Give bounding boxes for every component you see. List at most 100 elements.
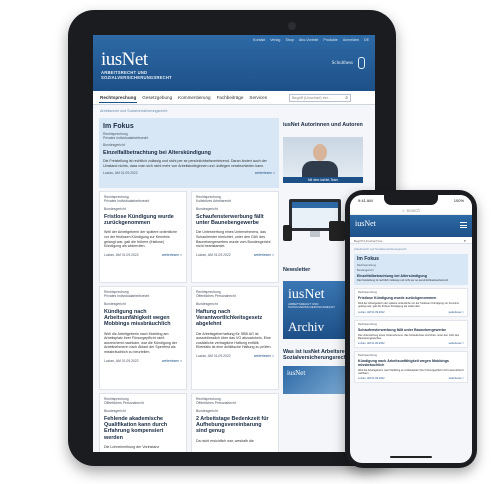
article-card[interactable]: Rechtsprechung Öffentliches Personalrech… [99,393,187,452]
card-body: Die Unterwerfung eines Unternehmens, das… [196,230,271,249]
top-nav-shop[interactable]: Shop [285,38,293,42]
mobile-breadcrumb[interactable]: Arbeitsrecht und Sozialversicherungsrech… [350,244,472,254]
tab-gesetzgebung[interactable]: Gesetzgebung [141,93,173,102]
mobile-card-body: Weil die Arbeitgeberin nach Mobbing am A… [358,369,464,376]
mobile-site-logo[interactable]: iusNet [355,219,376,228]
site-header: Kontakt Verlag Shop Abo-Vorteile Produkt… [93,35,375,91]
card-subcategory: Öffentliches Personalrecht [196,294,236,298]
mobile-search-placeholder: Begriff (Unscharf) bei... [354,239,385,243]
mobile-focus-headline[interactable]: Einzelfallbetrachtung bei Altersündigung [357,274,465,278]
card-subcategory: Privates Individualarbeitsrecht [104,294,150,298]
top-nav-abo[interactable]: Abo-Vorteile [299,38,319,42]
camera-dot [288,22,296,30]
mobile-focus-title: Im Fokus [357,256,379,262]
tab-kommentierung[interactable]: Kommentierung [177,93,211,102]
mobile-card-read-more[interactable]: weiterlesen > [449,377,464,380]
article-card[interactable]: Rechtsprechung Öffentliches Personalrech… [191,286,279,390]
mobile-card-headline[interactable]: Fristlose Kündigung wurde zurückgenommen [358,296,464,300]
tab-fachbeitraege[interactable]: Fachbeiträge [216,93,245,102]
mobile-card-read-more[interactable]: weiterlesen > [449,342,464,345]
tablet-icon [329,220,345,241]
status-battery: 100% [453,198,464,203]
mobile-card-updated: Luzian, AM 01.09.2022 [358,310,385,314]
card-body: Die Lohneinreihung der Vorinstanz [104,444,160,449]
card-headline[interactable]: Kündigung nach Arbeitsunfähigkeit wegen … [104,309,182,328]
phone-icon [283,224,292,241]
card-read-more[interactable]: weiterlesen > [162,253,182,257]
article-card[interactable]: Rechtsprechung Privates Individualarbeit… [99,191,187,283]
card-headline[interactable]: Fehlende akademische Qualifikation kann … [104,416,182,441]
card-headline[interactable]: Fristlose Kündigung wurde zurückgenommen [104,214,182,226]
card-updated: Luzian, AM 01.09.2022 [196,252,231,257]
logo-subtitle-line-2: SOZIALVERSICHERUNGSRECHT [101,75,172,80]
focus-read-more[interactable]: weiterlesen > [255,171,275,175]
mobile-card-headline[interactable]: Schaufensterwerbung fällt unter Bauneben… [358,328,464,332]
tab-rechtsprechung[interactable]: Rechtsprechung [99,93,138,103]
focus-body: Die Freistellung ist rechtlich zulässig … [103,159,267,168]
card-headline[interactable]: Schaufensterwerbung fällt unter Bauneben… [196,214,274,226]
language-switch[interactable]: DE [364,38,369,42]
card-court: Bundesgericht [104,207,126,211]
article-card[interactable]: Rechtsprechung Kollektives Arbeitsrecht … [191,191,279,283]
monitor-stand [310,230,320,237]
authors-title[interactable]: iusNet Autorinnen und Autoren [283,118,369,129]
search-input[interactable]: Begriff (Unscharf) bei... [289,94,351,102]
mobile-site-header: iusNet [350,215,472,237]
card-updated: Luzian, AM 01.09.2022 [104,252,139,257]
mobile-card-read-more[interactable]: weiterlesen > [449,311,464,314]
breadcrumb[interactable]: Arbeitsrecht und Sozialversicherungsrech… [93,105,375,117]
card-headline[interactable]: Haftung nach Verantwortlichkeitsgesetz a… [196,309,274,328]
focus-subcategory: Privates Individualarbeitsrecht [103,136,149,140]
status-time: 9:41 AM [358,198,373,203]
card-court: Bundesgericht [104,409,126,413]
mobile-focus-teaser[interactable]: Im Fokus Rechtsprechung Bundesgericht Ei… [354,254,468,286]
home-indicator[interactable] [390,456,432,458]
mobile-article-card[interactable]: Rechtsprechung Fristlose Kündigung wurde… [354,288,468,317]
card-body: Weil der Arbeitgeberin der spätere orden… [104,230,178,249]
site-logo[interactable]: iusNet [101,49,148,71]
card-court: Bundesgericht [196,302,218,306]
card-body: Die Arbeitsgeberhaftung für SBB AG ist a… [196,331,272,350]
article-card[interactable]: Rechtsprechung Privates Individualarbeit… [99,286,187,390]
search-icon[interactable]: ⌕ [345,95,348,101]
mobile-focus-body: Die Freistellung ist rechtlich zulässig … [357,279,449,282]
hamburger-menu-icon[interactable] [460,222,467,228]
site-logo-subtitle: ARBEITSRECHT UND SOZIALVERSICHERUNGSRECH… [101,70,172,80]
browser-search-label: Search [406,207,420,213]
top-nav-login[interactable]: Anmelden [343,38,359,42]
publisher-brand[interactable]: Schulthess [332,61,353,66]
focus-teaser[interactable]: Im Fokus Rechtsprechung Privates Individ… [99,118,279,188]
top-nav-verlag[interactable]: Verlag [270,38,280,42]
portrait-head [313,143,327,161]
author-portrait[interactable]: Mit dem iusNet-Team [283,136,363,183]
product-mockup: Kontakt Verlag Shop Abo-Vorteile Produkt… [0,0,502,484]
card-updated: Luzian, AM 01.09.2022 [196,353,231,358]
portrait-caption: Mit dem iusNet-Team [283,176,363,183]
search-icon: ⌕ [402,207,405,213]
card-body: Da nicht ersichtlich war, weshalb die [196,438,254,443]
top-nav-kontakt[interactable]: Kontakt [253,38,265,42]
card-read-more[interactable]: weiterlesen > [254,253,274,257]
tab-services[interactable]: Services [248,93,268,102]
mobile-search-input[interactable]: Begriff (Unscharf) bei... ⌕ [350,237,472,244]
top-nav-produkte[interactable]: Produkte [323,38,337,42]
mobile-article-card[interactable]: Rechtsprechung Schaufensterwerbung fällt… [354,319,468,349]
card-read-more[interactable]: weiterlesen > [162,359,182,363]
article-card[interactable]: Rechtsprechung Öffentliches Personalrech… [191,393,279,452]
archiv-subtitle-line-2: SOZIALVERSICHERUNGSRECHT [288,305,335,310]
mobile-focus-category: Rechtsprechung [357,264,376,267]
mobile-card-body: Die Unterwerfung eines Unternehmens, das… [358,333,460,340]
mobile-card-category: Rechtsprechung [358,322,377,326]
focus-headline[interactable]: Einzelfallbetrachtung bei Alterskündigun… [103,150,275,156]
card-body: Weil die Arbeitgeberin nach Mobbing am A… [104,331,178,354]
search-icon[interactable]: ⌕ [464,238,466,243]
card-subcategory: Öffentliches Personalrecht [104,401,144,405]
browser-search-bar[interactable]: ⌕ Search [350,206,472,215]
card-subcategory: Kollektives Arbeitsrecht [196,199,232,203]
mobile-card-headline[interactable]: Kündigung nach Arbeitsunfähigkeit wegen … [358,359,464,367]
card-read-more[interactable]: weiterlesen > [254,354,274,358]
mobile-article-card[interactable]: Rechtsprechung Kündigung nach Arbeitsunf… [354,351,468,384]
card-headline[interactable]: 2 Arbeitstage Bedenkzeit für Aufhebungsv… [196,416,274,435]
phone-notch [384,195,438,205]
focus-court: Bundesgericht [103,143,125,147]
